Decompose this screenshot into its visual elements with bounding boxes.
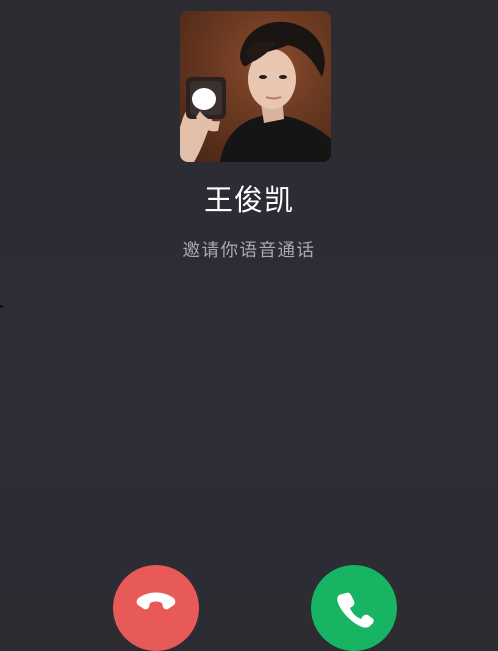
incoming-call-screen: 王俊凯 邀请你语音通话 [0,0,498,651]
screen-speck [0,305,3,308]
phone-hangup-icon [134,565,178,621]
caller-avatar [180,11,331,162]
call-status-text: 邀请你语音通话 [182,241,316,261]
decline-call-button[interactable] [113,565,199,651]
accept-call-button[interactable] [311,565,397,651]
caller-photo [180,11,331,162]
phone-icon [334,565,374,633]
caller-name: 王俊凯 [203,183,294,217]
